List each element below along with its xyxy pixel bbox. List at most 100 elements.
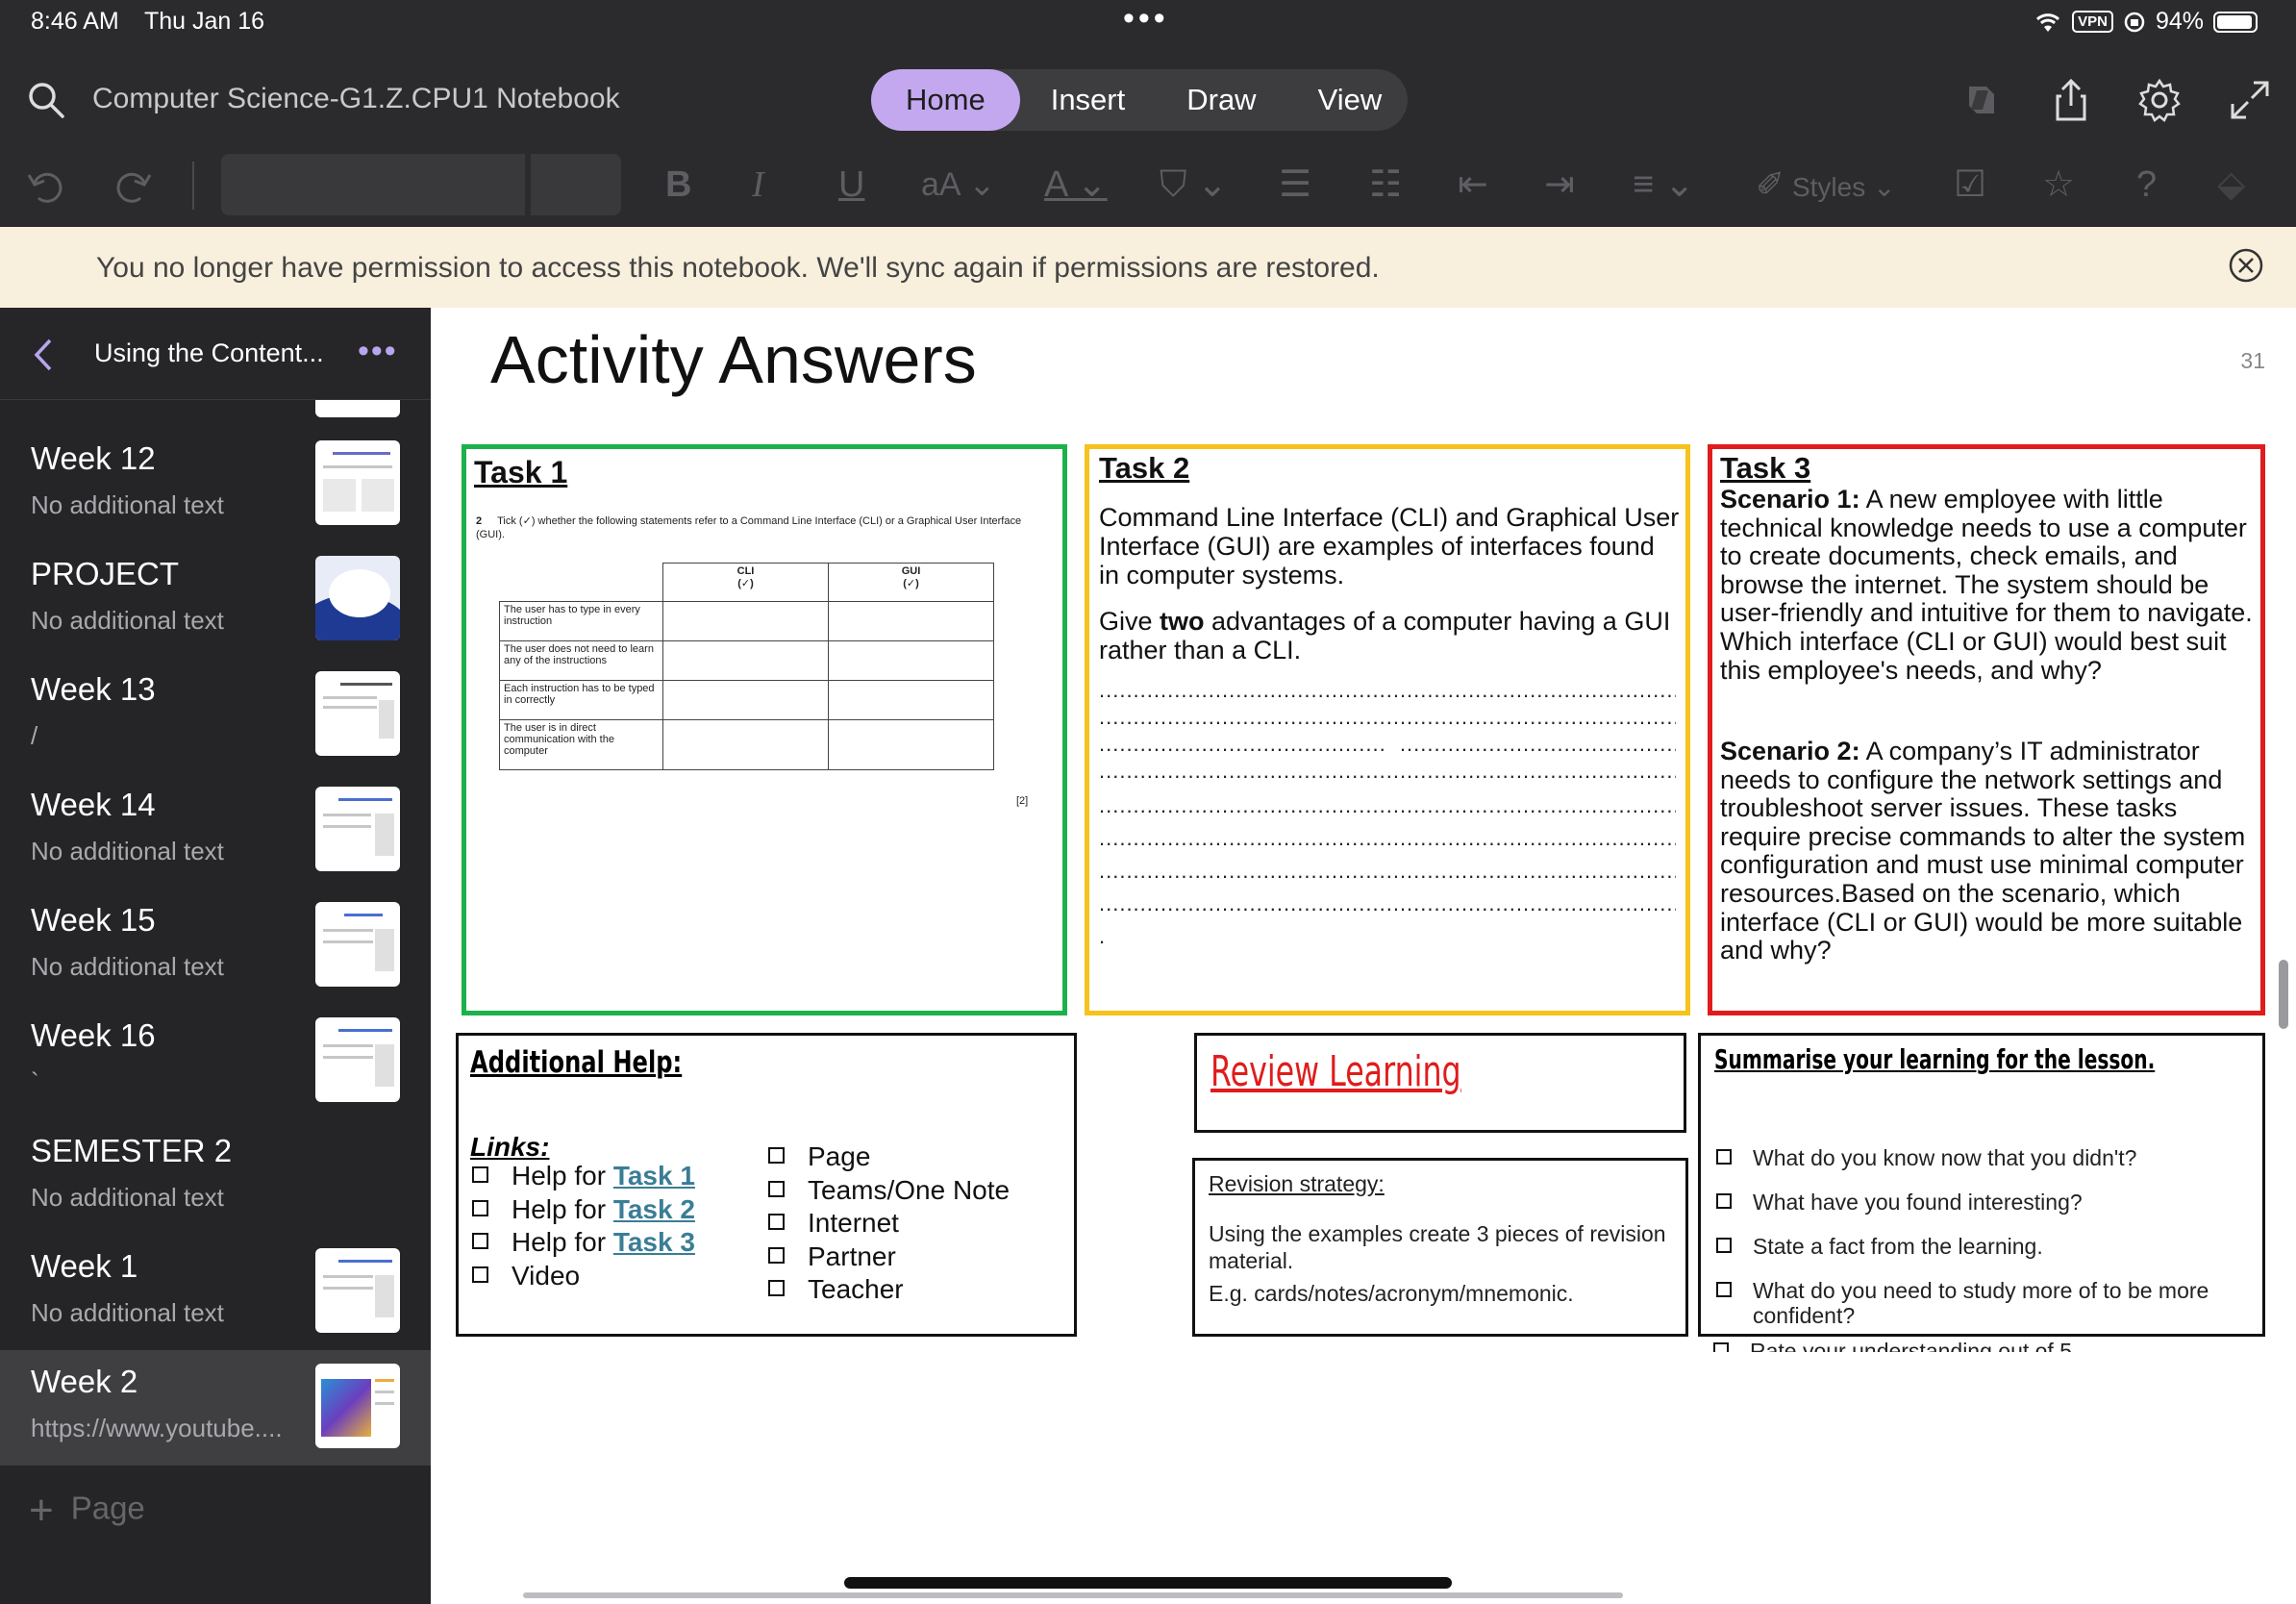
page-title[interactable]: Activity Answers — [490, 321, 977, 398]
notebook-title[interactable]: Computer Science-G1.Z.CPU1 Notebook — [92, 83, 620, 115]
tick-cell[interactable] — [828, 601, 994, 641]
align-icon[interactable]: ≡ ⌄ — [1633, 154, 1695, 215]
task-1-link[interactable]: Task 1 — [613, 1161, 695, 1190]
font-color-icon[interactable]: A ⌄ — [1044, 154, 1108, 215]
home-indicator[interactable] — [844, 1577, 1452, 1589]
checkbox-icon[interactable] — [768, 1147, 785, 1164]
revision-strategy-panel[interactable]: Revision strategy: Using the examples cr… — [1192, 1158, 1688, 1337]
answer-line[interactable]: ........................................… — [1099, 826, 1676, 851]
underline-icon[interactable]: U — [838, 154, 864, 215]
checkbox-icon[interactable] — [1716, 1282, 1732, 1297]
page-canvas[interactable]: Activity Answers 31 Task 1 2 Tick (✓) whe… — [431, 308, 2296, 1604]
star-tag-icon[interactable]: ☆ — [2042, 154, 2075, 215]
checkbox-icon[interactable] — [472, 1199, 488, 1216]
answer-line[interactable]: ........................................… — [1099, 759, 1676, 784]
page-thumbnail — [315, 440, 400, 525]
font-size-icon[interactable]: aA ⌄ — [921, 154, 996, 215]
tab-draw[interactable]: Draw — [1156, 69, 1286, 131]
multitasking-dots-icon[interactable]: ••• — [1123, 0, 1169, 38]
checkbox-icon[interactable] — [472, 1266, 488, 1283]
page-item-week-15[interactable]: Week 15 No additional text — [0, 889, 431, 1004]
page-name: Week 13 — [31, 671, 156, 707]
task-2-panel[interactable]: Task 2 Command Line Interface (CLI) and … — [1085, 444, 1690, 1015]
page-item-week-12[interactable]: Week 12 No additional text — [0, 427, 431, 542]
answer-line[interactable]: ........................................… — [1099, 891, 1676, 916]
answer-line[interactable]: . — [1099, 924, 1676, 949]
font-name-field[interactable] — [221, 154, 525, 215]
checkbox-tag-icon[interactable]: ☑ — [1954, 154, 1986, 215]
section-title[interactable]: Using the Content... — [94, 338, 324, 368]
bold-icon[interactable]: B — [665, 154, 691, 215]
undo-icon[interactable] — [25, 154, 67, 215]
checkbox-icon[interactable] — [768, 1280, 785, 1296]
add-page-button[interactable]: + Page — [29, 1487, 145, 1535]
checkbox-icon[interactable] — [768, 1180, 785, 1197]
tab-home[interactable]: Home — [871, 69, 1020, 131]
tick-cell[interactable] — [662, 601, 829, 641]
checkbox-icon[interactable] — [472, 1233, 488, 1249]
revision-example: E.g. cards/notes/acronym/mnemonic. — [1209, 1281, 1574, 1306]
page-item-week-16[interactable]: Week 16 ` — [0, 1004, 431, 1119]
indent-icon[interactable]: ⇥ — [1544, 154, 1575, 215]
help-title: Additional Help: — [470, 1045, 683, 1080]
tick-cell[interactable] — [662, 719, 829, 770]
share-icon[interactable] — [2048, 77, 2094, 123]
copilot-icon[interactable] — [1958, 77, 2004, 123]
statement-cell: The user has to type in every instructio… — [499, 601, 663, 641]
settings-gear-icon[interactable] — [2136, 77, 2183, 123]
answer-line[interactable]: ........................................… — [1099, 732, 1676, 757]
tag-icon[interactable]: ⬙ — [2217, 154, 2245, 215]
checkbox-icon[interactable] — [472, 1166, 488, 1183]
page-item-week-2[interactable]: Week 2 https://www.youtube.... — [0, 1350, 431, 1466]
tick-cell[interactable] — [828, 680, 994, 720]
additional-help-panel[interactable]: Additional Help: Links: Help for Task 1 … — [456, 1033, 1077, 1337]
tab-insert[interactable]: Insert — [1020, 69, 1157, 131]
summarise-panel[interactable]: Summarise your learning for the lesson. … — [1698, 1033, 2265, 1337]
tick-cell[interactable] — [662, 680, 829, 720]
tick-cell[interactable] — [828, 640, 994, 681]
search-icon[interactable] — [27, 81, 65, 119]
page-name: Week 14 — [31, 787, 156, 822]
statement-cell: The user is in direct communication with… — [499, 719, 663, 770]
fullscreen-expand-icon[interactable] — [2227, 77, 2273, 123]
question-tag-icon[interactable]: ? — [2136, 154, 2157, 215]
checkbox-icon[interactable] — [1716, 1193, 1732, 1209]
vertical-scrollbar[interactable] — [2279, 960, 2288, 1029]
font-size-field[interactable] — [531, 154, 621, 215]
page-item-week-14[interactable]: Week 14 No additional text — [0, 773, 431, 889]
task-3-link[interactable]: Task 3 — [613, 1227, 695, 1257]
ribbon-tabs: Home Insert Draw View — [871, 69, 1408, 131]
task-2-link[interactable]: Task 2 — [613, 1194, 695, 1224]
answer-line[interactable]: ........................................… — [1099, 678, 1676, 703]
page-item-week-13[interactable]: Week 13 / — [0, 658, 431, 773]
tab-view[interactable]: View — [1287, 69, 1413, 131]
page-thumbnail[interactable] — [315, 400, 400, 417]
tick-cell[interactable] — [662, 640, 829, 681]
styles-dropdown[interactable]: ✐ Styles ⌄ — [1756, 154, 1895, 215]
task-3-panel[interactable]: Task 3 Scenario 1: A new employee with l… — [1708, 444, 2265, 1015]
page-item-project[interactable]: PROJECT No additional text — [0, 542, 431, 658]
checkbox-icon[interactable] — [1716, 1238, 1732, 1253]
more-options-icon[interactable]: ••• — [358, 333, 398, 370]
task-1-panel[interactable]: Task 1 2 Tick (✓) whether the following s… — [462, 444, 1067, 1015]
close-icon[interactable] — [2227, 246, 2265, 285]
page-item-semester-2[interactable]: SEMESTER 2 No additional text — [0, 1119, 431, 1235]
tick-cell[interactable] — [828, 719, 994, 770]
redo-icon[interactable] — [112, 154, 154, 215]
answer-line[interactable]: ........................................… — [1099, 705, 1676, 730]
back-chevron-icon[interactable] — [29, 337, 58, 373]
answer-line[interactable]: ........................................… — [1099, 859, 1676, 884]
italic-icon[interactable]: I — [752, 154, 764, 215]
checkbox-icon[interactable] — [768, 1246, 785, 1264]
horizontal-scrollbar[interactable] — [523, 1592, 1623, 1598]
bullet-list-icon[interactable]: ☰ — [1279, 154, 1311, 215]
checkbox-icon[interactable] — [1713, 1342, 1729, 1352]
outdent-icon[interactable]: ⇤ — [1458, 154, 1488, 215]
answer-line[interactable]: ........................................… — [1099, 793, 1676, 818]
checkbox-icon[interactable] — [768, 1214, 785, 1230]
checkbox-icon[interactable] — [1716, 1149, 1732, 1165]
review-learning-panel[interactable]: Review Learning — [1194, 1033, 1686, 1133]
numbered-list-icon[interactable]: ☷ — [1369, 154, 1402, 215]
highlighter-icon[interactable]: ⛉ ⌄ — [1160, 154, 1228, 215]
page-item-week-1[interactable]: Week 1 No additional text — [0, 1235, 431, 1350]
